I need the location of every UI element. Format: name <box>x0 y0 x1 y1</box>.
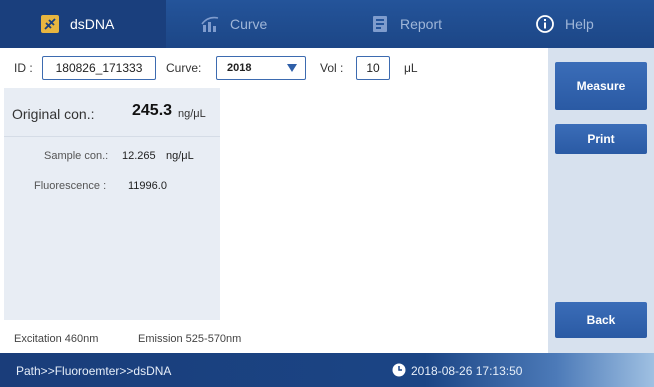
wavelength-info: Excitation 460nm Emission 525-570nm <box>0 328 548 350</box>
top-tab-bar: dsDNA Curve Report Help <box>0 0 654 48</box>
results-panel: Original con.: 245.3 ng/μL Sample con.: … <box>4 88 220 320</box>
vol-unit: μL <box>404 61 418 75</box>
original-con-value: 245.3 <box>132 102 173 119</box>
id-label: ID : <box>14 61 33 75</box>
curve-value: 2018 <box>227 62 252 74</box>
fluorescence-value: 11996.0 <box>128 180 167 192</box>
breadcrumb: Path>>Fluoroemter>>dsDNA <box>16 364 172 378</box>
back-button[interactable]: Back <box>555 302 647 338</box>
vol-label: Vol : <box>320 61 344 75</box>
emission-text: Emission 525-570nm <box>138 333 242 345</box>
clock-icon <box>392 363 406 377</box>
fluorescence-label: Fluorescence : <box>34 180 107 192</box>
datetime: 2018-08-26 17:13:50 <box>411 364 523 378</box>
vol-field[interactable]: 10 <box>356 56 390 80</box>
tab-report[interactable]: Report <box>370 0 500 48</box>
tab-help[interactable]: Help <box>535 0 654 48</box>
curve-icon <box>201 16 219 32</box>
tab-dsdna[interactable]: dsDNA <box>0 0 166 48</box>
sample-con-label: Sample con.: <box>44 150 109 162</box>
sample-con-value: 12.265 <box>122 150 156 162</box>
sample-con-unit: ng/μL <box>166 150 194 162</box>
report-icon <box>373 16 387 32</box>
info-icon <box>536 15 554 33</box>
status-bar: Path>>Fluoroemter>>dsDNA 2018-08-26 17:1… <box>0 353 654 387</box>
tab-curve[interactable]: Curve <box>200 0 330 48</box>
chevron-down-icon <box>287 64 297 72</box>
original-con-label: Original con.: <box>12 106 95 122</box>
main-panel: ID : 180826_171333 Curve: 2018 Vol : 10 … <box>0 48 548 353</box>
tab-label: Help <box>565 16 594 32</box>
tab-label: dsDNA <box>70 16 115 32</box>
side-panel: Measure Print Back <box>548 48 654 353</box>
dna-icon <box>41 15 59 33</box>
curve-label: Curve: <box>166 61 202 75</box>
excitation-text: Excitation 460nm <box>14 333 99 345</box>
curve-display-area <box>220 88 544 320</box>
tab-label: Curve <box>230 16 268 32</box>
original-con-unit: ng/μL <box>178 108 206 120</box>
curve-select[interactable]: 2018 <box>216 56 306 80</box>
id-field[interactable]: 180826_171333 <box>42 56 156 80</box>
measure-button[interactable]: Measure <box>555 62 647 110</box>
divider <box>4 136 220 137</box>
print-button[interactable]: Print <box>555 124 647 154</box>
tab-label: Report <box>400 16 443 32</box>
